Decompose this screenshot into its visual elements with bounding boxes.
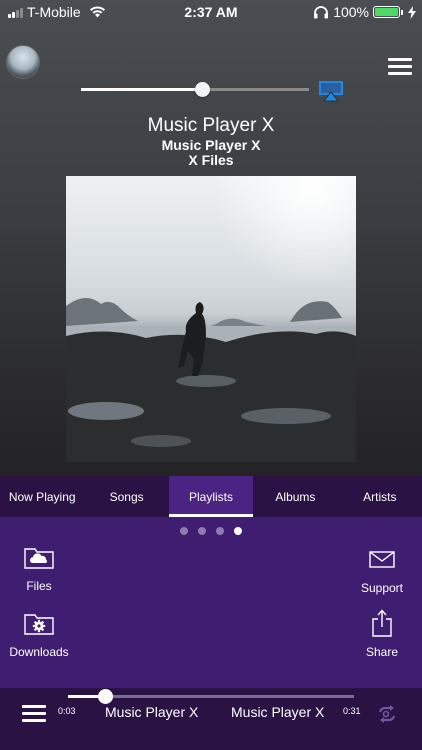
airplay-icon[interactable] bbox=[318, 80, 344, 102]
menu-icon[interactable] bbox=[388, 58, 412, 76]
share-icon bbox=[372, 609, 392, 637]
now-playing-album: X Files bbox=[188, 152, 234, 168]
battery-icon bbox=[373, 6, 403, 18]
tab-playlists[interactable]: Playlists bbox=[168, 476, 254, 517]
volume-slider-fill bbox=[81, 88, 202, 91]
gear-folder-icon bbox=[24, 614, 54, 635]
repeat-icon[interactable] bbox=[376, 704, 398, 724]
mini-player: 0:03 Music Player X Music Player X 0:31 bbox=[0, 688, 422, 750]
downloads-button[interactable]: Downloads bbox=[0, 611, 79, 659]
tab-label: Artists bbox=[363, 489, 397, 504]
playback-scrubber[interactable] bbox=[68, 689, 354, 704]
files-label: Files bbox=[26, 579, 52, 593]
share-button[interactable]: Share bbox=[342, 609, 422, 659]
avatar[interactable] bbox=[6, 45, 40, 79]
share-label: Share bbox=[365, 645, 399, 659]
elapsed-time: 0:03 bbox=[58, 706, 76, 716]
charging-icon bbox=[408, 5, 416, 19]
queue-menu-icon[interactable] bbox=[22, 705, 46, 723]
playback-scrubber-handle[interactable] bbox=[98, 689, 114, 704]
page-dot[interactable] bbox=[198, 527, 206, 535]
now-playing-artist: Music Player X bbox=[161, 137, 261, 153]
battery-percent: 100% bbox=[333, 4, 369, 20]
mini-player-title-next[interactable]: Music Player X bbox=[231, 704, 324, 720]
remaining-time: 0:31 bbox=[343, 706, 361, 716]
files-button[interactable]: Files bbox=[0, 545, 79, 593]
tab-label: Now Playing bbox=[8, 489, 76, 504]
now-playing-title: Music Player X bbox=[147, 115, 275, 136]
tab-artists[interactable]: Artists bbox=[338, 476, 422, 517]
status-bar: T-Mobile 2:37 AM 100% bbox=[0, 0, 422, 24]
volume-slider-handle[interactable] bbox=[194, 82, 210, 97]
tab-label: Playlists bbox=[189, 489, 234, 504]
page-dot[interactable] bbox=[180, 527, 188, 535]
tab-label: Albums bbox=[275, 489, 316, 504]
downloads-label: Downloads bbox=[9, 645, 69, 659]
tab-label: Songs bbox=[109, 489, 144, 504]
cloud-folder-icon bbox=[24, 548, 54, 569]
library-tabs: Now Playing Songs Playlists Albums Artis… bbox=[0, 476, 422, 517]
volume-slider[interactable] bbox=[81, 82, 309, 97]
tab-now-playing[interactable]: Now Playing bbox=[0, 476, 84, 517]
tab-albums[interactable]: Albums bbox=[253, 476, 337, 517]
page-dot[interactable] bbox=[216, 527, 224, 535]
tab-songs[interactable]: Songs bbox=[84, 476, 168, 517]
status-right: 100% bbox=[313, 4, 416, 20]
support-button[interactable]: Support bbox=[342, 547, 422, 595]
mini-player-title[interactable]: Music Player X bbox=[105, 704, 198, 720]
headphones-icon bbox=[314, 5, 329, 18]
page-dot[interactable] bbox=[234, 527, 242, 535]
support-label: Support bbox=[360, 581, 404, 595]
album-artwork bbox=[66, 176, 356, 462]
envelope-icon bbox=[369, 551, 395, 568]
page-indicator[interactable] bbox=[180, 527, 242, 535]
playlists-panel: Files Downloads Support Share bbox=[0, 517, 422, 688]
